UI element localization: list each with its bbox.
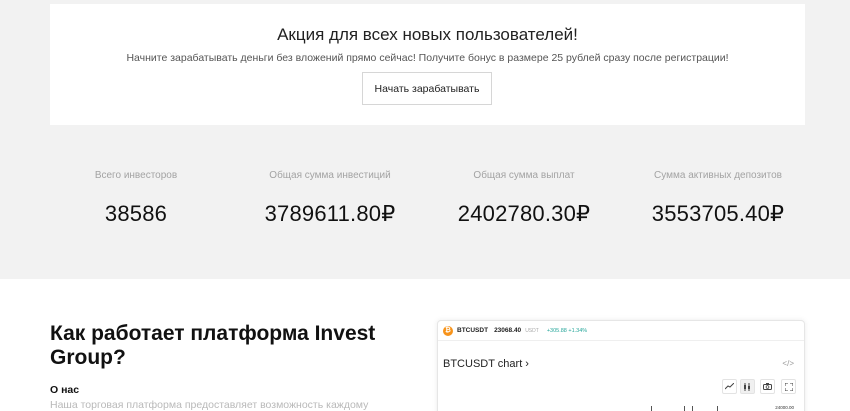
about-subtitle: О нас — [50, 384, 80, 396]
stat-value: 3553705.40₽ — [651, 201, 785, 226]
promo-banner: Акция для всех новых пользователей! Начн… — [50, 4, 805, 125]
about-text: Наша торговая платформа предоставляет во… — [50, 399, 369, 411]
line-chart-icon[interactable] — [722, 379, 737, 394]
stat-label: Всего инвесторов — [94, 170, 178, 181]
stats-row: Всего инвесторов 38586 Общая сумма инвес… — [0, 170, 850, 230]
widget-price-axis-label: 24000.00 — [775, 405, 794, 410]
stat-total-investments: Общая сумма инвестиций 3789611.80₽ — [230, 170, 430, 227]
widget-unit: USDT — [525, 327, 539, 334]
widget-symbol[interactable]: BTCUSDT — [457, 327, 488, 334]
bitcoin-icon: ₿ — [443, 325, 453, 336]
candles-icon[interactable] — [740, 379, 755, 394]
widget-chart-title[interactable]: BTCUSDT chart › — [443, 358, 529, 370]
stat-label: Общая сумма выплат — [473, 170, 575, 181]
stat-value: 3789611.80₽ — [264, 201, 396, 226]
widget-header: ₿ BTCUSDT 23068.40 USDT +305.88 +1.34% — [438, 321, 804, 341]
candle-mark — [692, 406, 693, 411]
candle-mark — [651, 406, 652, 411]
promo-title: Акция для всех новых пользователей! — [277, 25, 578, 44]
stat-value: 38586 — [104, 201, 168, 226]
fullscreen-icon[interactable] — [781, 379, 796, 394]
candle-mark — [717, 406, 718, 411]
camera-icon[interactable] — [760, 379, 775, 394]
about-section: Как работает платформа Invest Group? О н… — [0, 279, 850, 411]
about-title: Как работает платформа Invest Group? — [50, 322, 376, 369]
stat-label: Сумма активных депозитов — [654, 170, 782, 181]
stat-total-payouts: Общая сумма выплат 2402780.30₽ — [424, 170, 624, 227]
promo-subtitle: Начните зарабатывать деньги без вложений… — [126, 52, 729, 64]
btc-chart-widget[interactable]: ₿ BTCUSDT 23068.40 USDT +305.88 +1.34% B… — [437, 320, 805, 411]
embed-code-icon[interactable]: </> — [782, 359, 794, 368]
stat-total-investors: Всего инвесторов 38586 — [36, 170, 236, 227]
stat-active-deposits: Сумма активных депозитов 3553705.40₽ — [618, 170, 818, 227]
widget-change: +305.88 +1.34% — [546, 327, 588, 334]
stat-value: 2402780.30₽ — [457, 201, 591, 226]
stat-label: Общая сумма инвестиций — [269, 170, 391, 181]
widget-price: 23068.40 — [494, 327, 522, 334]
candle-mark — [684, 406, 685, 411]
start-earning-button[interactable]: Начать зарабатывать — [362, 72, 492, 105]
